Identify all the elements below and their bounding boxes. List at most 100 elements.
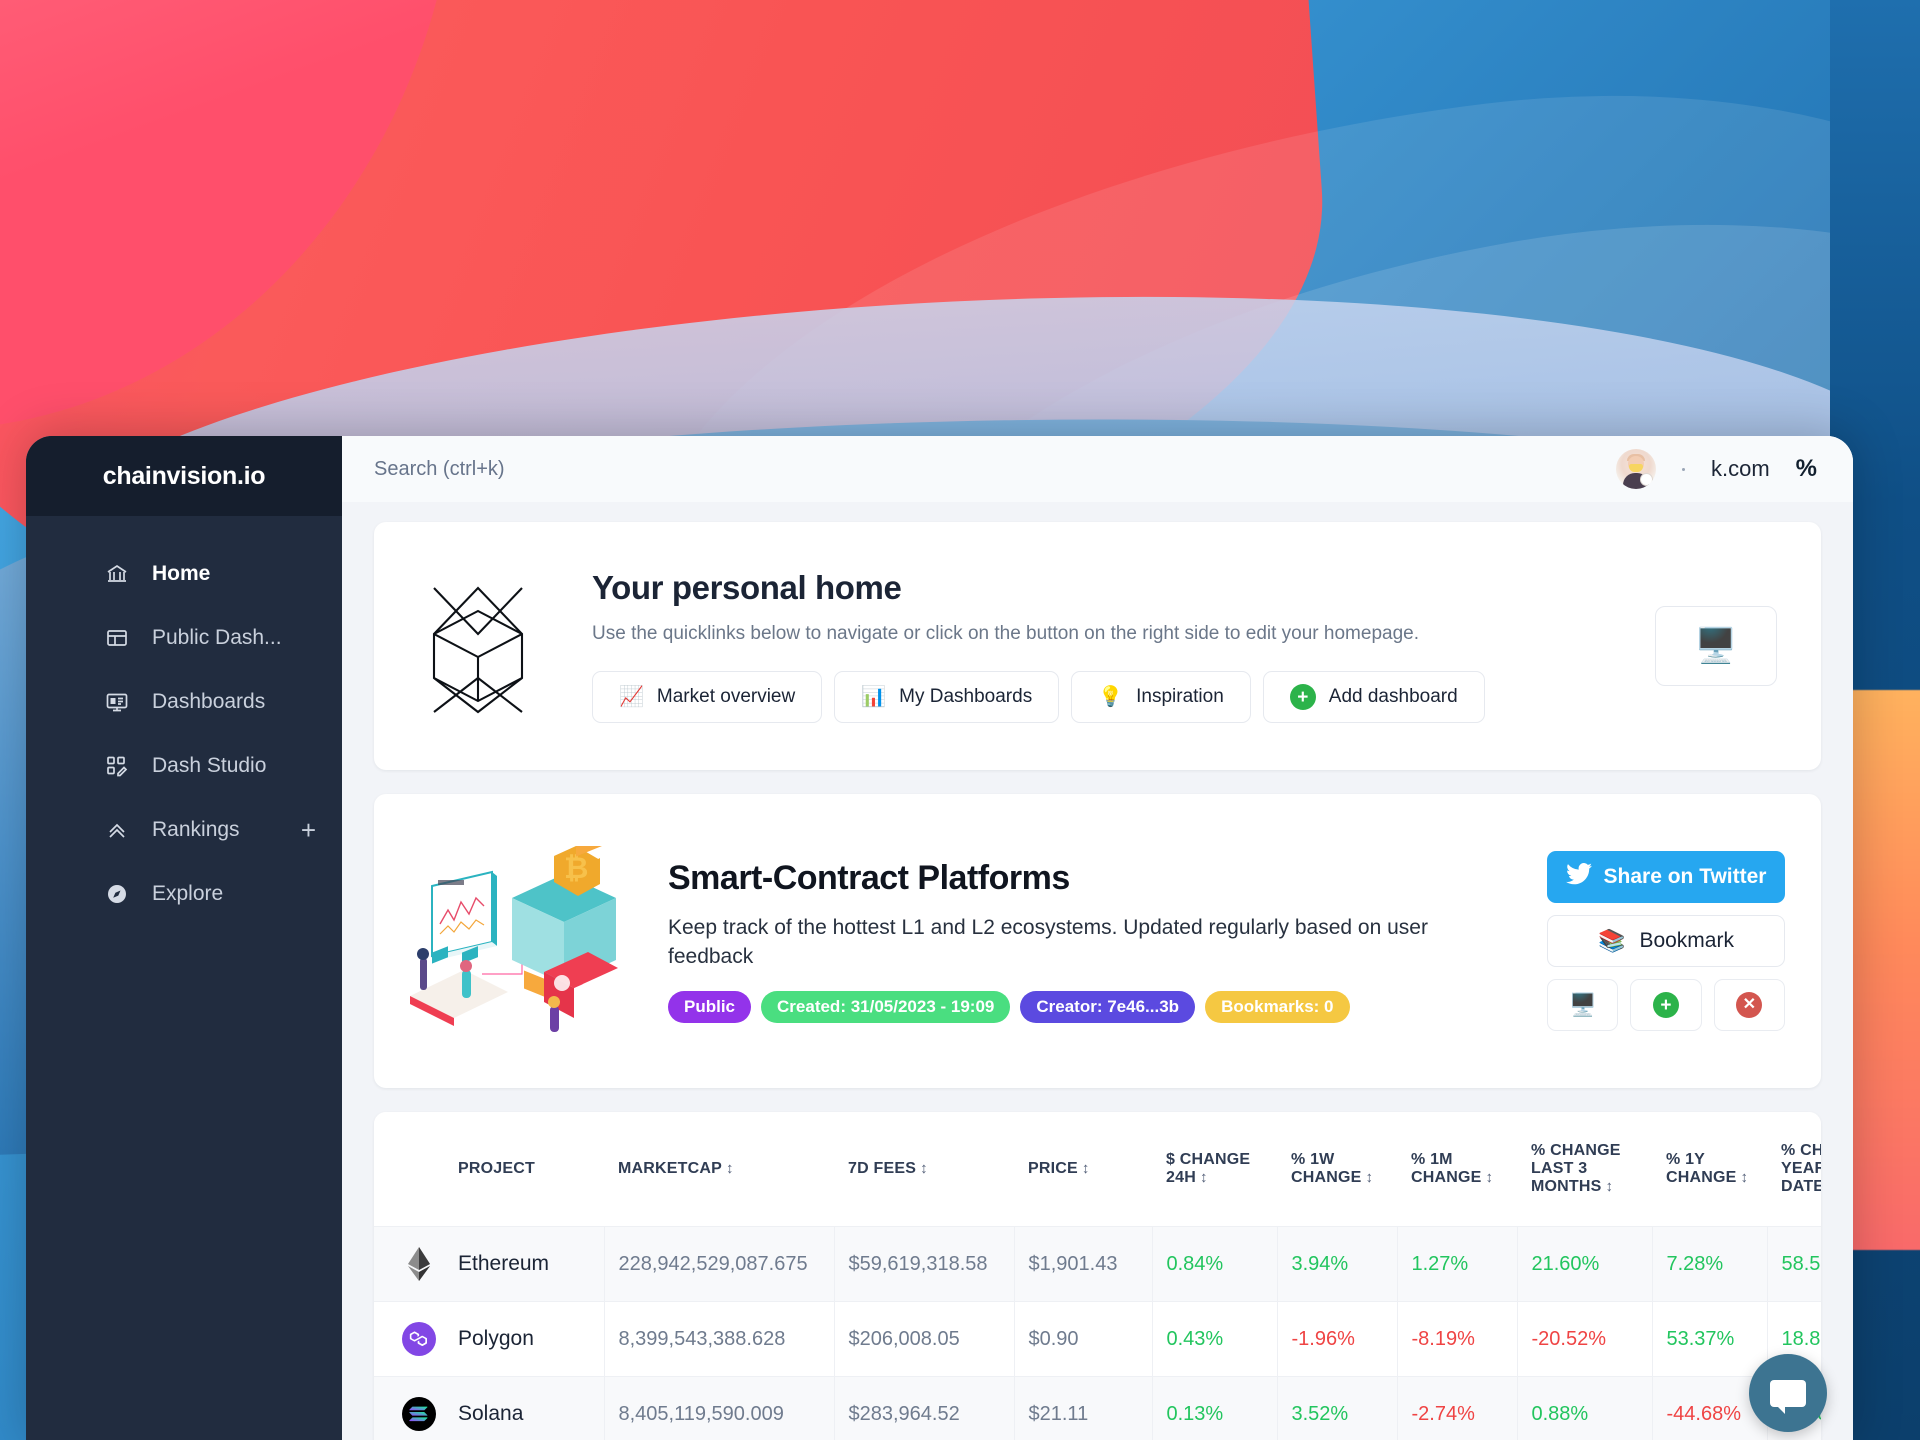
personal-home-text: Your personal home Use the quicklinks be… — [542, 569, 1631, 723]
cube-illustration-icon — [414, 578, 542, 714]
cell-change-24h: 0.84% — [1152, 1226, 1278, 1302]
cell-change-1m: -2.74% — [1397, 1376, 1518, 1440]
quicklink-market-overview[interactable]: 📈 Market overview — [592, 671, 823, 723]
cell-7d-fees: $59,619,318.58 — [834, 1226, 1015, 1302]
quicklink-label: Inspiration — [1136, 686, 1224, 707]
th-change-1w[interactable]: % 1W CHANGE ↕ — [1277, 1112, 1397, 1227]
cell-marketcap: 8,399,543,388.628 — [604, 1301, 835, 1377]
cell-price: $21.11 — [1014, 1376, 1153, 1440]
bookmark-label: Bookmark — [1639, 929, 1734, 952]
edit-homepage-button[interactable]: 🖥️ — [1655, 606, 1777, 686]
add-dashboard-button[interactable]: + — [1630, 979, 1702, 1031]
sidebar-item-dashboards[interactable]: Dashboards — [26, 670, 342, 734]
table-row[interactable]: Solana 8,405,119,590.009 $283,964.52 $21… — [374, 1376, 1821, 1440]
sidebar-item-label: Public Dash... — [152, 626, 282, 649]
cell-change-3m: 0.88% — [1517, 1376, 1653, 1440]
th-label: PRICE — [1028, 1160, 1078, 1177]
projects-table-card: PROJECT MARKETCAP ↕ 7D FEES ↕ PRICE ↕ $ CHA… — [374, 1112, 1821, 1440]
sidebar-item-rankings[interactable]: Rankings + — [26, 798, 342, 862]
th-change-1m[interactable]: % 1M CHANGE ↕ — [1397, 1112, 1517, 1227]
delete-dashboard-button[interactable]: ✕ — [1713, 979, 1785, 1031]
cell-change-1w: 3.52% — [1277, 1376, 1398, 1440]
quicklink-add-dashboard[interactable]: + Add dashboard — [1262, 671, 1485, 723]
th-label: $ CHANGE 24H — [1166, 1151, 1251, 1186]
th-project[interactable]: PROJECT — [444, 1112, 604, 1227]
quicklink-my-dashboards[interactable]: 📊 My Dashboards — [834, 671, 1060, 723]
sort-icon[interactable]: ↕ — [1741, 1169, 1749, 1186]
page-subtitle: Use the quicklinks below to navigate or … — [592, 623, 1419, 644]
quicklink-inspiration[interactable]: 💡 Inspiration — [1071, 671, 1251, 723]
scroll-content: Your personal home Use the quicklinks be… — [342, 502, 1853, 1440]
th-7d-fees[interactable]: 7D FEES ↕ — [834, 1112, 1014, 1227]
status-badge-creator: Creator: 7e46...3b — [1020, 990, 1196, 1023]
chat-bubble-icon[interactable] — [1749, 1354, 1827, 1432]
wallpaper-wave-pink — [0, 0, 460, 430]
project-name: Ethereum — [444, 1226, 605, 1302]
user-avatar[interactable] — [1615, 449, 1656, 489]
top-bar: Search (ctrl+k) k.com % — [342, 436, 1853, 502]
sidebar-item-label: Home — [152, 562, 211, 585]
percent-icon[interactable]: % — [1796, 455, 1817, 483]
share-on-twitter-button[interactable]: Share on Twitter — [1547, 851, 1785, 903]
brand-logo[interactable]: chainvision.io — [26, 436, 342, 516]
sort-icon[interactable]: ↕ — [1366, 1169, 1374, 1186]
sidebar-item-home[interactable]: Home — [26, 542, 342, 606]
table-row[interactable]: Polygon 8,399,543,388.628 $206,008.05 $0… — [374, 1301, 1821, 1377]
add-ranking-button[interactable]: + — [301, 817, 316, 843]
quicklink-label: Add dashboard — [1328, 686, 1458, 707]
sort-icon[interactable]: ↕ — [1082, 1160, 1090, 1177]
solana-logo — [402, 1397, 436, 1431]
sort-icon[interactable]: ↕ — [1486, 1169, 1494, 1186]
sort-icon[interactable]: ↕ — [726, 1160, 734, 1177]
sidebar-item-dash-studio[interactable]: Dash Studio — [26, 734, 342, 798]
cell-change-24h: 0.43% — [1152, 1301, 1278, 1377]
sidebar-item-label: Dashboards — [152, 690, 266, 713]
quicklink-label: My Dashboards — [899, 686, 1033, 707]
project-name: Solana — [444, 1376, 605, 1440]
table-row[interactable]: Ethereum 228,942,529,087.675 $59,619,318… — [374, 1226, 1821, 1302]
quicklinks-row: 📈 Market overview 📊 My Dashboards 💡 Insp… — [592, 671, 1631, 723]
table-header: PROJECT MARKETCAP ↕ 7D FEES ↕ PRICE ↕ $ CHA… — [374, 1112, 1821, 1227]
dashboard-icon-buttons: 🖥️ + ✕ — [1547, 979, 1785, 1031]
sidebar-item-explore[interactable]: Explore — [26, 862, 342, 926]
th-change-1y[interactable]: % 1Y CHANGE ↕ — [1652, 1112, 1767, 1227]
edit-dashboard-button[interactable]: 🖥️ — [1547, 979, 1619, 1031]
search-input[interactable]: Search (ctrl+k) — [374, 458, 505, 481]
table-body: Ethereum 228,942,529,087.675 $59,619,318… — [374, 1226, 1821, 1440]
separator-dot — [1681, 467, 1685, 471]
main-area: Search (ctrl+k) k.com % Your personal ho… — [342, 436, 1853, 1440]
th-marketcap[interactable]: MARKETCAP ↕ — [604, 1112, 834, 1227]
dashboard-actions: Share on Twitter 📚 Bookmark 🖥️ + ✕ — [1547, 851, 1785, 1031]
cell-change-1m: -8.19% — [1397, 1301, 1518, 1377]
dashboard-screen-icon: 📊 — [861, 686, 887, 708]
th-change-3m[interactable]: % CHANGE LAST 3 MONTHS ↕ — [1517, 1112, 1652, 1227]
topbar-right-group: k.com % — [1615, 449, 1817, 489]
project-logo-cell — [374, 1301, 444, 1377]
sort-icon[interactable]: ↕ — [1606, 1178, 1614, 1195]
sort-icon[interactable]: ↕ — [920, 1160, 928, 1177]
table-header-row: PROJECT MARKETCAP ↕ 7D FEES ↕ PRICE ↕ $ CHA… — [374, 1112, 1821, 1227]
th-change-24h[interactable]: $ CHANGE 24H ↕ — [1152, 1112, 1277, 1227]
svg-text:₿: ₿ — [564, 852, 588, 885]
account-domain[interactable]: k.com — [1711, 456, 1770, 482]
books-icon: 📚 — [1598, 928, 1626, 953]
th-change-ytd[interactable]: % CHANGE YEAR TO DATE↕ — [1767, 1112, 1821, 1227]
status-badge-bookmarks: Bookmarks: 0 — [1205, 990, 1350, 1023]
brand-name: chainvision.io — [102, 461, 266, 490]
sidebar-item-label: Explore — [152, 882, 224, 905]
th-spacer — [374, 1112, 444, 1227]
bank-icon — [104, 561, 130, 587]
bookmark-button[interactable]: 📚 Bookmark — [1547, 915, 1785, 967]
th-price[interactable]: PRICE ↕ — [1014, 1112, 1152, 1227]
sidebar-nav: Home Public Dash... Dashboards Dash Stud… — [26, 516, 342, 926]
sidebar: chainvision.io Home Public Dash... Dashb… — [26, 436, 342, 1440]
cell-change-24h: 0.13% — [1152, 1376, 1278, 1440]
dashboard-info-text: Smart-Contract Platforms Keep track of t… — [634, 859, 1527, 1023]
chevrons-up-icon — [104, 817, 130, 843]
crypto-illustration-icon: ₿ — [404, 828, 634, 1036]
quicklink-label: Market overview — [656, 686, 796, 707]
status-badge-created: Created: 31/05/2023 - 19:09 — [761, 990, 1011, 1023]
sidebar-item-public-dashboards[interactable]: Public Dash... — [26, 606, 342, 670]
th-label: MARKETCAP — [618, 1160, 723, 1177]
sort-icon[interactable]: ↕ — [1200, 1169, 1208, 1186]
